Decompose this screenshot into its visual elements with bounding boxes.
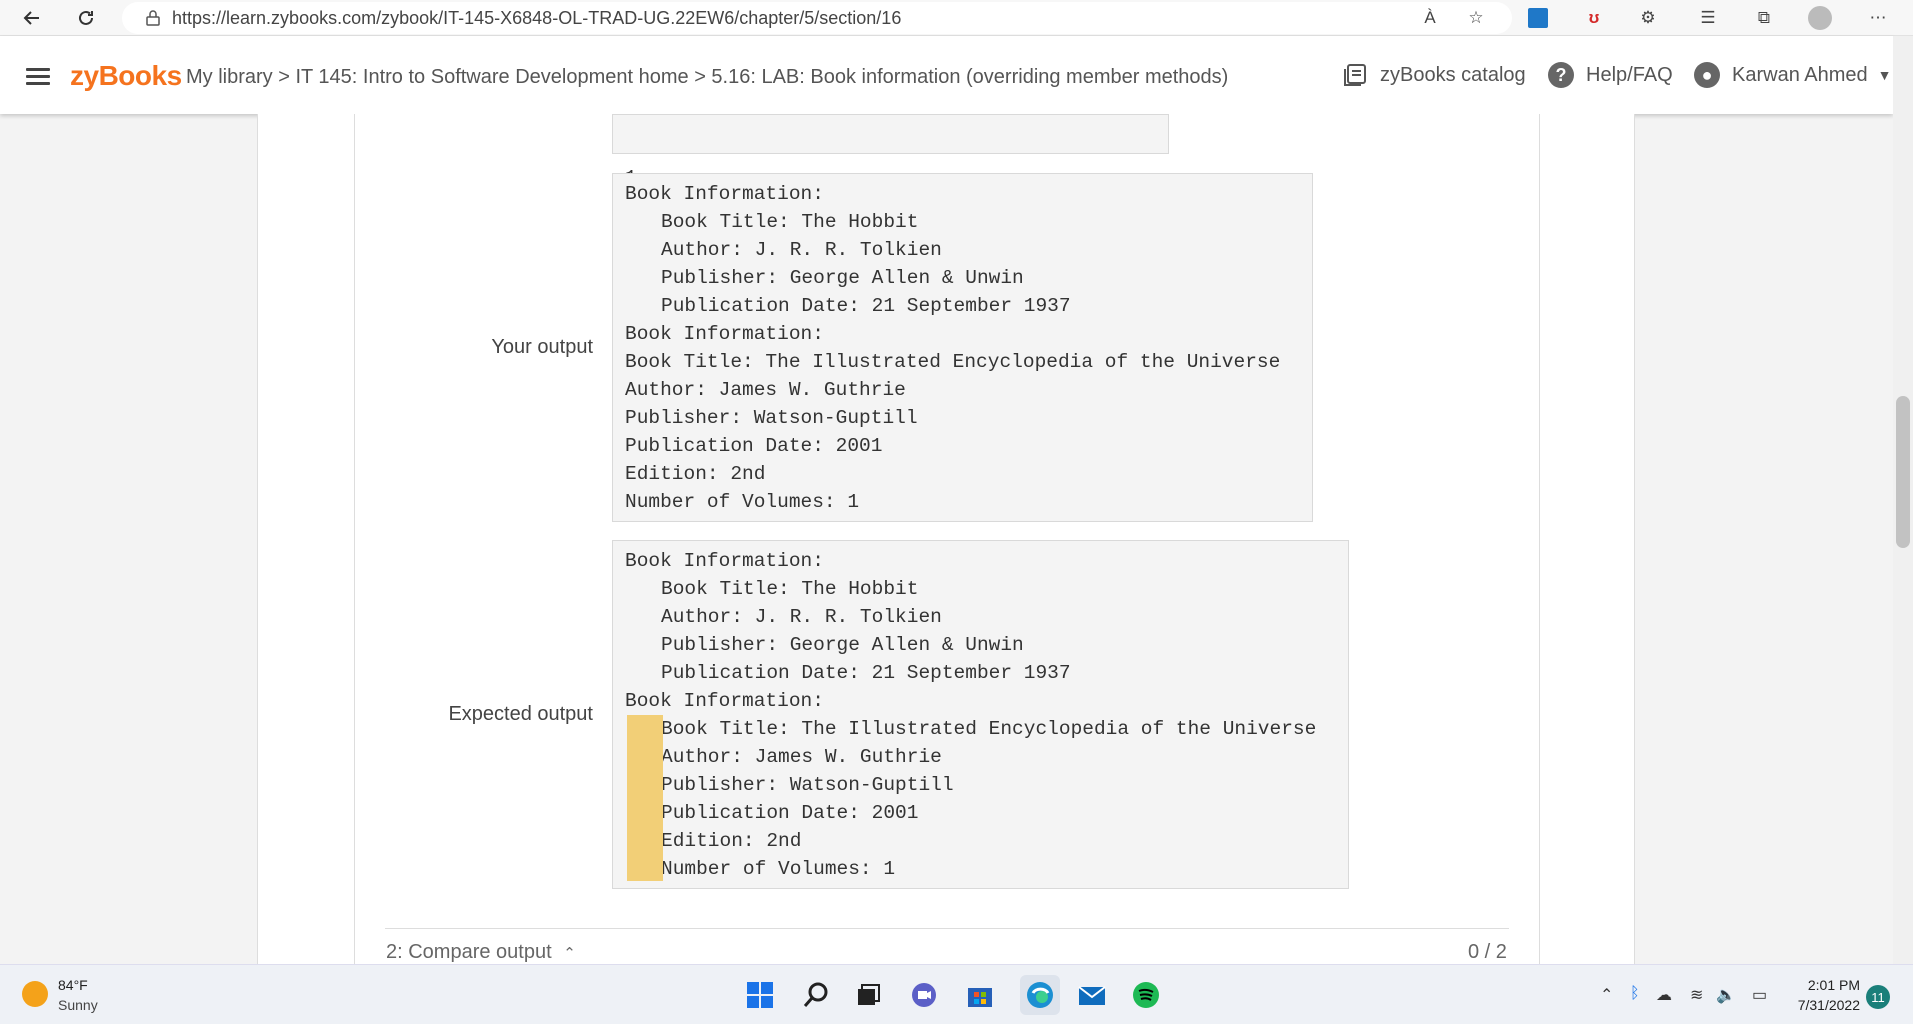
output-line: Book Title: The Hobbit [661,211,919,233]
clock-time: 2:01 PM [1807,977,1860,993]
clock[interactable]: 2:01 PM 7/31/2022 [1780,975,1860,1015]
output-line: Publication Date: 21 September 1937 [661,662,1071,684]
output-line: Author: James W. Guthrie [661,746,942,768]
expected-output-label: Expected output [448,703,593,725]
output-line: Author: James W. Guthrie [625,379,906,401]
teams-chat-icon[interactable] [908,979,940,1011]
taskbar: 84°F Sunny ⌃ ᛒ ☁ ≋ 🔈 ▭ 2:01 PM 7/31/2022… [0,964,1913,1024]
output-line: Edition: 2nd [625,463,766,485]
output-line: Author: J. R. R. Tolkien [661,606,942,628]
user-menu[interactable]: ● Karwan Ahmed ▼ [1694,62,1892,88]
your-output-label: Your output [491,336,593,358]
collections-icon[interactable]: ⧉ [1752,6,1776,30]
favorites-icon[interactable]: ☰ [1696,6,1720,30]
zybooks-logo[interactable]: zyBooks [70,60,182,92]
help-icon: ? [1548,62,1574,88]
output-line: Number of Volumes: 1 [625,491,860,513]
your-output-box: Book Information: Book Title: The Hobbit A… [612,173,1313,522]
output-line: Book Information: [625,183,824,205]
chevron-up-icon: ⌃ [563,945,576,962]
output-line: Book Title: The Hobbit [661,578,919,600]
expected-output-box: Book Information: Book Title: The Hobbit A… [612,540,1349,889]
sun-icon[interactable] [22,981,48,1007]
refresh-icon[interactable] [72,4,100,32]
scrollbar-thumb[interactable] [1896,396,1910,548]
output-line: Book Information: [625,323,824,345]
output-line: Book Title: The Illustrated Encyclopedia… [661,718,1317,740]
read-aloud-icon[interactable]: À [1418,6,1442,30]
weather-temp[interactable]: 84°F [58,977,88,993]
notification-badge[interactable]: 11 [1866,985,1890,1009]
add-favorite-icon[interactable]: ☆ [1464,6,1488,30]
test-score: 0 / 2 [1468,941,1507,963]
output-line: Author: J. R. R. Tolkien [661,239,942,261]
profile-icon[interactable] [1808,6,1832,30]
output-line: Book Information: [625,550,824,572]
menu-icon[interactable] [26,68,50,86]
bluetooth-icon[interactable]: ᛒ [1630,985,1640,1003]
extensions-icon[interactable]: ⚙ [1636,6,1660,30]
extension-blue-icon[interactable] [1526,6,1550,30]
compare-output-toggle[interactable]: 2: Compare output ⌃ [386,941,576,964]
output-line: Book Title: The Illustrated Encyclopedia… [625,351,1281,373]
address-bar[interactable]: https://learn.zybooks.com/zybook/IT-145-… [122,2,1512,34]
output-line: Publisher: Watson-Guptill [625,407,918,429]
cloud-icon[interactable]: ☁ [1656,985,1672,1005]
zybooks-header: zyBooks My library > IT 145: Intro to So… [0,36,1893,114]
output-line: Publisher: George Allen & Unwin [661,634,1024,656]
browser-toolbar: https://learn.zybooks.com/zybook/IT-145-… [0,0,1913,36]
search-icon[interactable] [800,979,832,1011]
back-icon[interactable] [18,4,46,32]
library-icon [1344,64,1366,86]
output-line: Publication Date: 21 September 1937 [661,295,1071,317]
url-text: https://learn.zybooks.com/zybook/IT-145-… [172,7,902,28]
chevron-down-icon: ▼ [1877,67,1892,83]
start-icon[interactable] [744,979,776,1011]
output-line: Edition: 2nd [661,830,802,852]
help-link[interactable]: ? Help/FAQ [1548,62,1673,88]
output-line: Publication Date: 2001 [661,802,919,824]
user-icon: ● [1694,62,1720,88]
divider [385,928,1509,929]
battery-icon[interactable]: ▭ [1752,985,1767,1005]
clock-date: 7/31/2022 [1797,997,1860,1013]
output-line: Publisher: George Allen & Unwin [661,267,1024,289]
extension-red-icon[interactable]: ʊ [1582,6,1606,30]
edge-icon[interactable] [1020,975,1060,1015]
output-line: Number of Volumes: 1 [661,858,896,880]
output-line: Publication Date: 2001 [625,435,883,457]
catalog-link[interactable]: zyBooks catalog [1342,62,1526,88]
store-icon[interactable] [964,979,996,1011]
more-icon[interactable]: ⋯ [1866,6,1890,30]
output-line: Publisher: Watson-Guptill [661,774,954,796]
lock-icon [146,10,160,26]
diff-highlight [627,715,663,881]
wifi-icon[interactable]: ≋ [1690,985,1703,1005]
weather-desc[interactable]: Sunny [58,997,98,1013]
output-line: Book Information: [625,690,824,712]
mail-icon[interactable] [1076,979,1108,1011]
task-view-icon[interactable] [852,979,884,1011]
input-box: 1 [612,114,1169,189]
spotify-icon[interactable] [1130,979,1162,1011]
breadcrumb[interactable]: My library > IT 145: Intro to Software D… [186,66,1228,89]
volume-icon[interactable]: 🔈 [1716,985,1736,1005]
chevron-up-icon[interactable]: ⌃ [1600,985,1613,1005]
page-scrollbar[interactable] [1893,36,1913,964]
